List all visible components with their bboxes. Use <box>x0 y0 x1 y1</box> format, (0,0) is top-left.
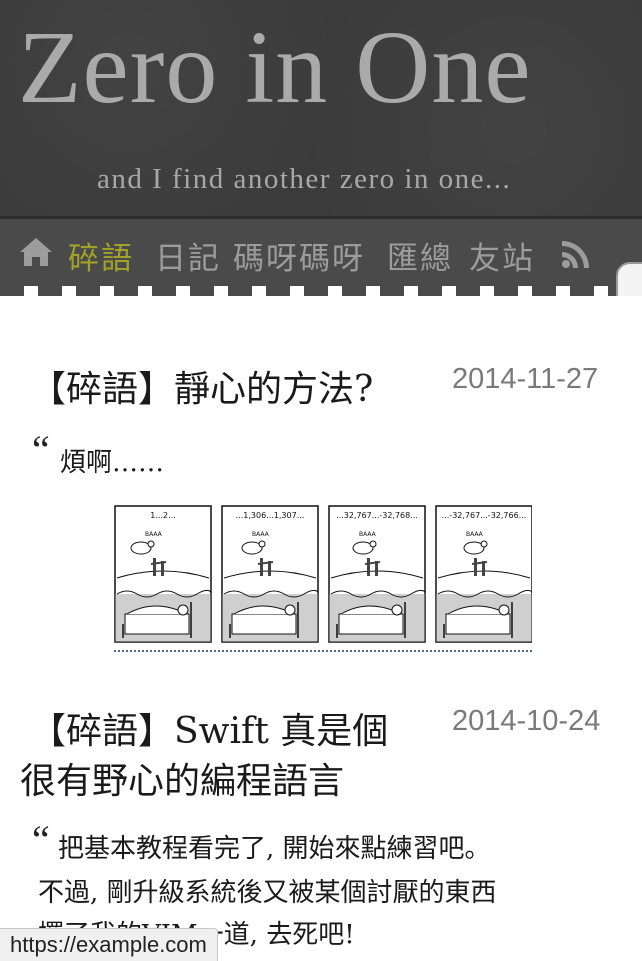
post-title[interactable]: 【碎語】Swift 真是個 <box>30 702 388 754</box>
svg-text:...1,306...1,307...: ...1,306...1,307... <box>236 511 305 520</box>
post-date: 2014-10-24 <box>452 705 601 737</box>
post-excerpt-line1: 把基本教程看完了, 開始來點練習吧。 <box>58 834 491 864</box>
comic-divider <box>114 650 532 652</box>
rss-icon[interactable] <box>560 238 592 270</box>
nav-tear-edge <box>0 286 642 296</box>
comic-panel: 1...2... BAAA <box>114 505 212 643</box>
svg-text:BAAA: BAAA <box>359 531 377 538</box>
svg-text:BAAA: BAAA <box>466 531 484 538</box>
nav-item-huizong[interactable]: 匯總 <box>387 233 453 278</box>
svg-text:BAAA: BAAA <box>252 531 270 538</box>
comic-image: 1...2...BAAA...1,306...1,307...BAAA...32… <box>114 505 532 643</box>
nav-item-youzhan[interactable]: 友站 <box>469 233 535 278</box>
home-icon[interactable] <box>18 236 54 268</box>
post-excerpt-line2: 不過, 剛升級系統後又被某個討厭的東西 <box>38 878 497 908</box>
comic-panel: ...1,306...1,307... BAAA <box>221 505 319 643</box>
site-header: Zero in One and I find another zero in o… <box>0 0 642 219</box>
site-title[interactable]: Zero in One <box>18 16 531 120</box>
quote-icon: “ <box>32 817 50 862</box>
post-excerpt: 煩啊…… <box>60 448 165 478</box>
site-tagline: and I find another zero in one... <box>97 163 512 195</box>
nav-item-maya[interactable]: 碼呀碼呀 <box>233 233 365 278</box>
quote-icon: “ <box>32 427 50 472</box>
svg-text:1...2...: 1...2... <box>150 511 175 520</box>
svg-text:...32,767...-32,768...: ...32,767...-32,768... <box>336 511 418 520</box>
post-title-line2[interactable]: 很有野心的編程語言 <box>20 752 344 804</box>
post-date: 2014-11-27 <box>452 363 599 395</box>
svg-text:...-32,767...-32,766...: ...-32,767...-32,766... <box>442 511 527 520</box>
nav-item-riji[interactable]: 日記 <box>155 233 221 278</box>
comic-panel: ...32,767...-32,768... BAAA <box>328 505 426 643</box>
nav-item-suiyu[interactable]: 碎語 <box>68 233 134 278</box>
svg-text:BAAA: BAAA <box>145 531 163 538</box>
post-title[interactable]: 【碎語】靜心的方法? <box>30 360 373 412</box>
status-bar-url: https://example.com <box>0 928 218 961</box>
comic-panel: ...-32,767...-32,766... BAAA <box>435 505 532 643</box>
